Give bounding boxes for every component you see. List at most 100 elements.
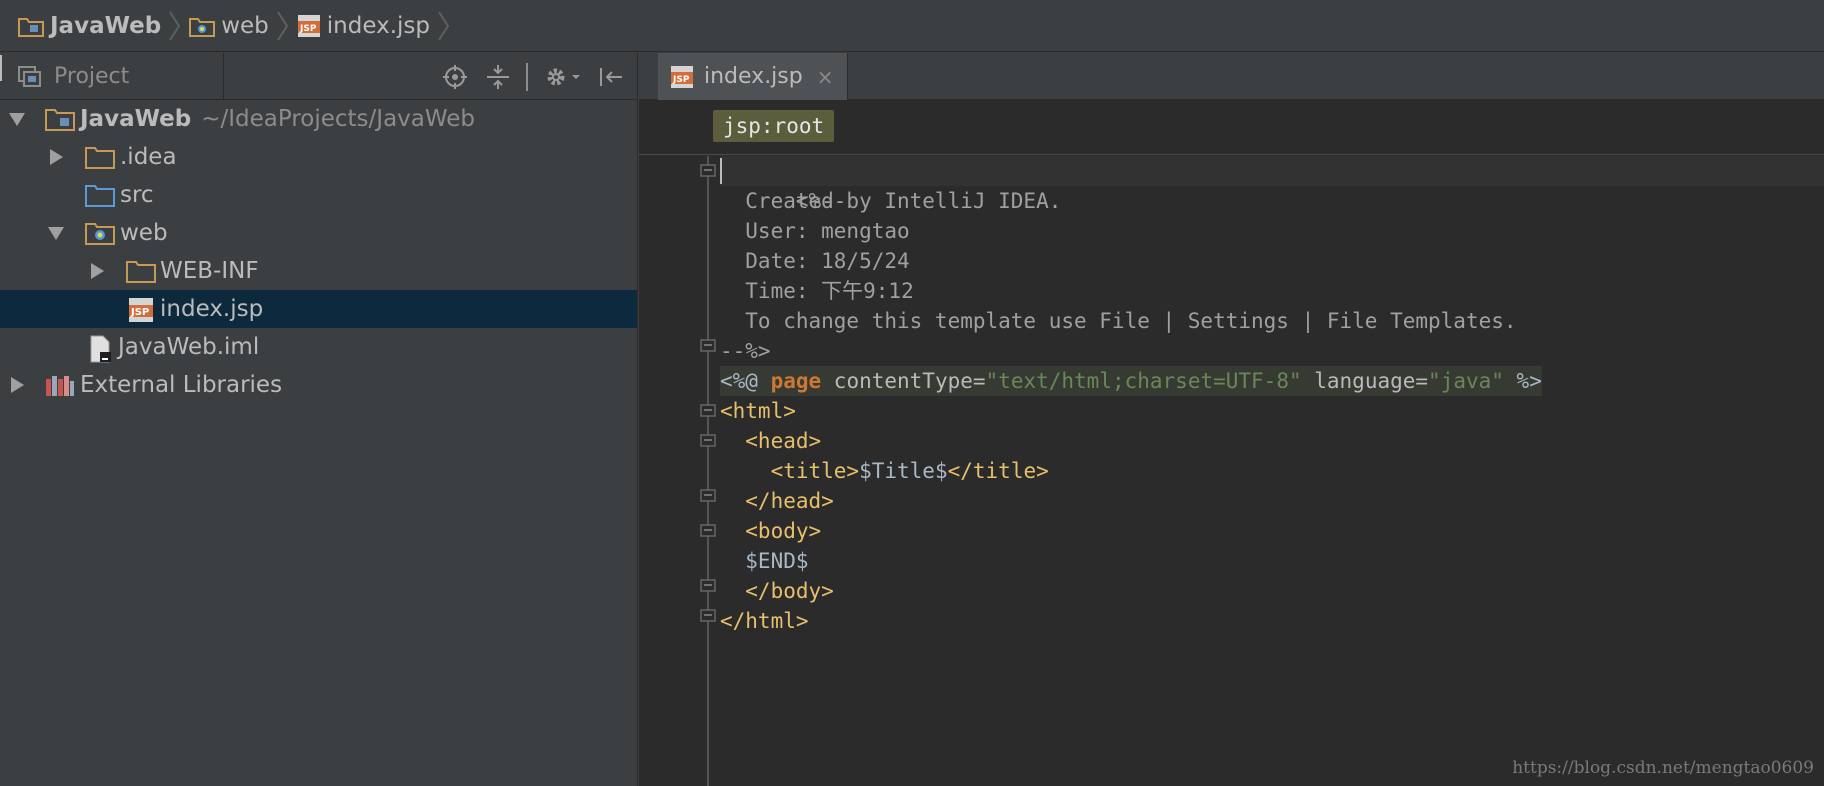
tree-item-web-inf[interactable]: WEB-INF [0,252,637,290]
jsp-file-icon: JSP [129,298,153,322]
code-line[interactable]: $END$ [720,546,808,576]
code-line[interactable]: Time: 下午9:12 [720,276,913,306]
collapsed-arrow-icon[interactable] [88,262,106,280]
tree-item-label: WEB-INF [160,258,259,284]
watermark-text: https://blog.csdn.net/mengtao0609 [1512,758,1814,778]
module-folder-icon [45,109,75,131]
fold-marker-icon[interactable] [699,399,717,417]
attribute-name: contentType= [821,369,986,393]
editor-tabs: JSP index.jsp × [639,53,1824,100]
fold-marker-icon[interactable] [699,159,717,177]
tree-item-external-libraries[interactable]: External Libraries [0,366,637,404]
chevron-right-icon [169,10,181,41]
nav-crumb-label: web [221,12,269,39]
project-tool-window: Project JavaWeb ~/IdeaProjects/JavaWeb .… [0,52,638,786]
chevron-right-icon [438,10,450,41]
directive-keyword: page [770,369,822,393]
directive-open: <%@ [720,369,771,393]
editor-area: JSP index.jsp × jsp:root <%-- Created by… [639,53,1824,786]
nav-crumb-label: index.jsp [326,12,430,39]
nav-crumb-javaweb[interactable]: JavaWeb [18,0,161,52]
folder-icon [126,261,156,283]
text-caret [720,158,722,184]
collapsed-arrow-icon[interactable] [47,148,65,166]
tab-label: index.jsp [704,64,803,89]
expanded-arrow-icon[interactable] [47,224,65,242]
tree-item-src[interactable]: src [0,176,637,214]
tag-close: </title> [947,459,1049,483]
project-view-icon [18,66,41,87]
locate-file-button[interactable] [440,53,470,100]
template-variable: $Title$ [859,459,948,483]
code-line[interactable]: <%-- [720,156,1824,213]
code-line-page-directive[interactable]: <%@ page contentType="text/html;charset=… [720,366,1542,396]
module-folder-icon [18,17,44,37]
collapse-all-button[interactable] [483,53,513,100]
web-folder-icon [189,17,216,37]
code-line[interactable]: <head> [720,426,821,456]
iml-file-icon [90,335,111,363]
hide-panel-button[interactable] [596,53,626,100]
tree-item-web[interactable]: web [0,214,637,252]
tree-item-javaweb[interactable]: JavaWeb ~/IdeaProjects/JavaWeb [0,100,637,138]
chevron-down-icon [0,55,2,81]
code-line[interactable]: To change this template use File | Setti… [720,306,1516,336]
tree-item-label: External Libraries [80,372,283,398]
tree-item-idea[interactable]: .idea [0,138,637,176]
code-line[interactable]: <body> [720,516,821,546]
expanded-arrow-icon[interactable] [8,110,26,128]
code-line[interactable]: Date: 18/5/24 [720,246,909,276]
tag-breadcrumb-bar: jsp:root [639,100,1824,155]
tree-item-javaweb-iml[interactable]: JavaWeb.iml [0,328,637,366]
tree-item-label: .idea [120,144,177,170]
jsp-file-icon: JSP [297,14,320,37]
fold-marker-icon[interactable] [699,489,717,507]
close-icon[interactable]: × [817,65,834,89]
fold-marker-icon[interactable] [699,519,717,537]
tag-breadcrumb-jsp-root[interactable]: jsp:root [713,110,835,142]
nav-crumb-label: JavaWeb [50,12,162,39]
settings-button[interactable] [542,53,584,100]
svg-text:JSP: JSP [299,24,317,34]
code-line[interactable]: </body> [720,576,834,606]
tree-item-label: JavaWeb ~/IdeaProjects/JavaWeb [80,106,476,132]
web-folder-icon [85,223,115,245]
tree-item-label: JavaWeb.iml [118,334,260,360]
attribute-name: language= [1301,369,1429,393]
crosshair-icon [443,64,467,89]
chevron-right-icon [276,10,288,41]
toolbar-divider [526,63,528,91]
code-line[interactable]: </html> [720,606,809,636]
svg-text:JSP: JSP [672,75,690,85]
tree-item-label: src [120,182,154,208]
tab-index-jsp[interactable]: JSP index.jsp × [658,53,848,100]
libraries-icon [46,376,74,396]
collapse-all-icon [487,64,509,89]
navigation-bar: JavaWeb web JSP index.jsp [0,0,1824,52]
code-line[interactable]: <title>$Title$</title> [720,456,1049,486]
hide-panel-icon [600,67,622,86]
code-line[interactable]: </head> [720,486,834,516]
directive-close: %> [1503,369,1542,393]
fold-marker-icon[interactable] [699,609,717,627]
tree-item-label: web [120,220,168,246]
folder-icon [85,147,115,169]
project-view-selector[interactable]: Project [0,52,224,100]
gear-icon [547,68,580,85]
code-line[interactable]: Created by IntelliJ IDEA. [720,186,1061,216]
fold-marker-icon[interactable] [699,429,717,447]
tree-item-path: ~/IdeaProjects/JavaWeb [201,106,476,132]
svg-text:JSP: JSP [130,307,149,318]
tree-item-index-jsp[interactable]: JSP index.jsp [0,290,637,328]
nav-crumb-web[interactable]: web [189,0,269,52]
fold-marker-icon[interactable] [699,579,717,597]
code-line[interactable]: --%> [720,336,771,366]
nav-crumb-index-jsp[interactable]: JSP index.jsp [297,0,430,52]
source-folder-icon [85,185,115,207]
collapsed-arrow-icon[interactable] [8,376,26,394]
code-line[interactable]: <html> [720,396,796,426]
fold-marker-icon[interactable] [699,339,717,357]
project-toolbar: Project [0,52,637,100]
code-line[interactable]: User: mengtao [720,216,909,246]
